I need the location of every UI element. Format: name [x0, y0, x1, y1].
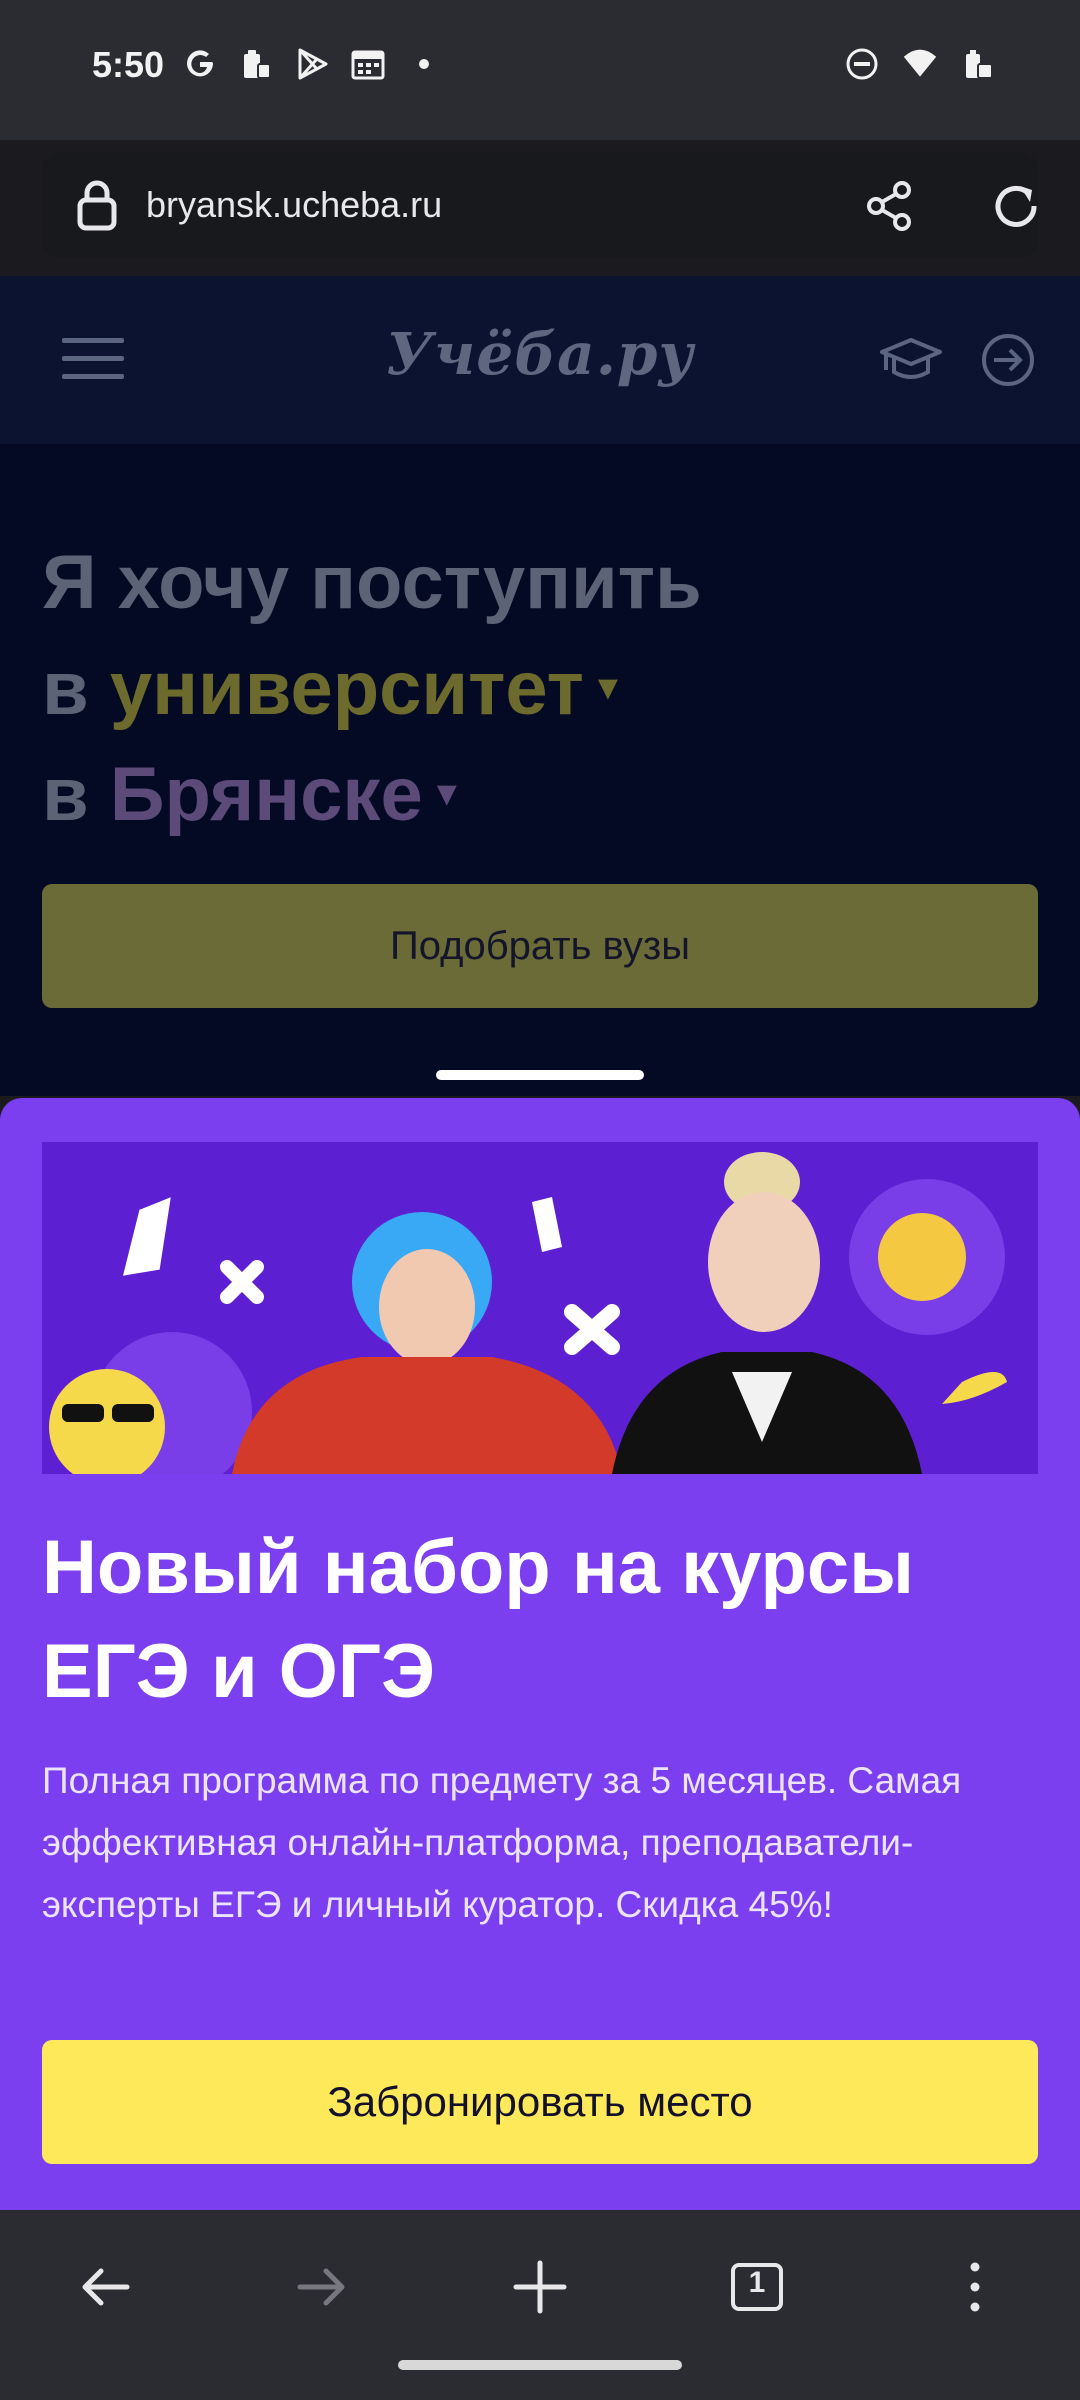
browser-toolbar: 1	[0, 2210, 1080, 2400]
new-tab-icon[interactable]	[505, 2252, 575, 2322]
pick-universities-button[interactable]: Подобрать вузы	[42, 884, 1038, 1008]
status-bar: 5:50	[0, 0, 1080, 140]
login-icon[interactable]	[980, 332, 1036, 388]
promo-banner-image[interactable]	[42, 1142, 1038, 1474]
calendar-icon	[350, 46, 386, 82]
tab-count: 1	[748, 2266, 766, 2299]
wifi-icon	[902, 46, 938, 82]
hero-prefix-2: в	[42, 646, 110, 731]
more-menu-icon[interactable]	[940, 2252, 1010, 2322]
share-icon[interactable]	[862, 178, 918, 234]
lock-icon[interactable]	[72, 178, 122, 232]
google-icon	[182, 46, 218, 82]
chevron-down-icon[interactable]: ▾	[598, 665, 618, 709]
sheet-drag-handle[interactable]	[436, 1070, 644, 1080]
reload-icon[interactable]	[988, 178, 1044, 234]
address-bar[interactable]: bryansk.ucheba.ru	[42, 152, 1038, 258]
hero-line-3[interactable]: в Брянске ▾	[42, 741, 702, 847]
hero-line-2[interactable]: в университет ▾	[42, 635, 702, 741]
play-store-icon	[294, 46, 330, 82]
tabs-switcher-button[interactable]: 1	[722, 2252, 792, 2322]
institution-type-selector[interactable]: университет	[110, 646, 584, 731]
forward-icon[interactable]	[287, 2252, 357, 2322]
hero-heading: Я хочу поступить в университет ▾ в Брянск…	[42, 531, 702, 847]
chevron-down-icon[interactable]: ▾	[437, 771, 457, 815]
hero-prefix-3: в	[42, 752, 110, 837]
do-not-disturb-icon	[844, 46, 880, 82]
hero-line-1: Я хочу поступить	[42, 540, 702, 625]
city-selector[interactable]: Брянске	[110, 752, 423, 837]
web-page: Учёба.ру Я хочу поступить в университет ▾…	[0, 276, 1080, 1096]
lock-clipboard-icon	[238, 46, 274, 82]
promo-bottom-sheet: Новый набор на курсы ЕГЭ и ОГЭ Полная пр…	[0, 1098, 1080, 2210]
promo-description: Полная программа по предмету за 5 месяце…	[42, 1760, 962, 1925]
back-icon[interactable]	[70, 2252, 140, 2322]
book-place-button[interactable]: Забронировать место	[42, 2040, 1038, 2164]
promo-title: Новый набор на курсы ЕГЭ и ОГЭ	[42, 1525, 915, 1714]
battery-icon	[960, 46, 996, 82]
gesture-bar[interactable]	[398, 2360, 682, 2370]
url-text[interactable]: bryansk.ucheba.ru	[146, 184, 442, 226]
status-time: 5:50	[92, 44, 165, 85]
dot-icon	[406, 46, 442, 82]
graduation-cap-icon[interactable]	[878, 332, 944, 388]
site-header: Учёба.ру	[0, 276, 1080, 444]
